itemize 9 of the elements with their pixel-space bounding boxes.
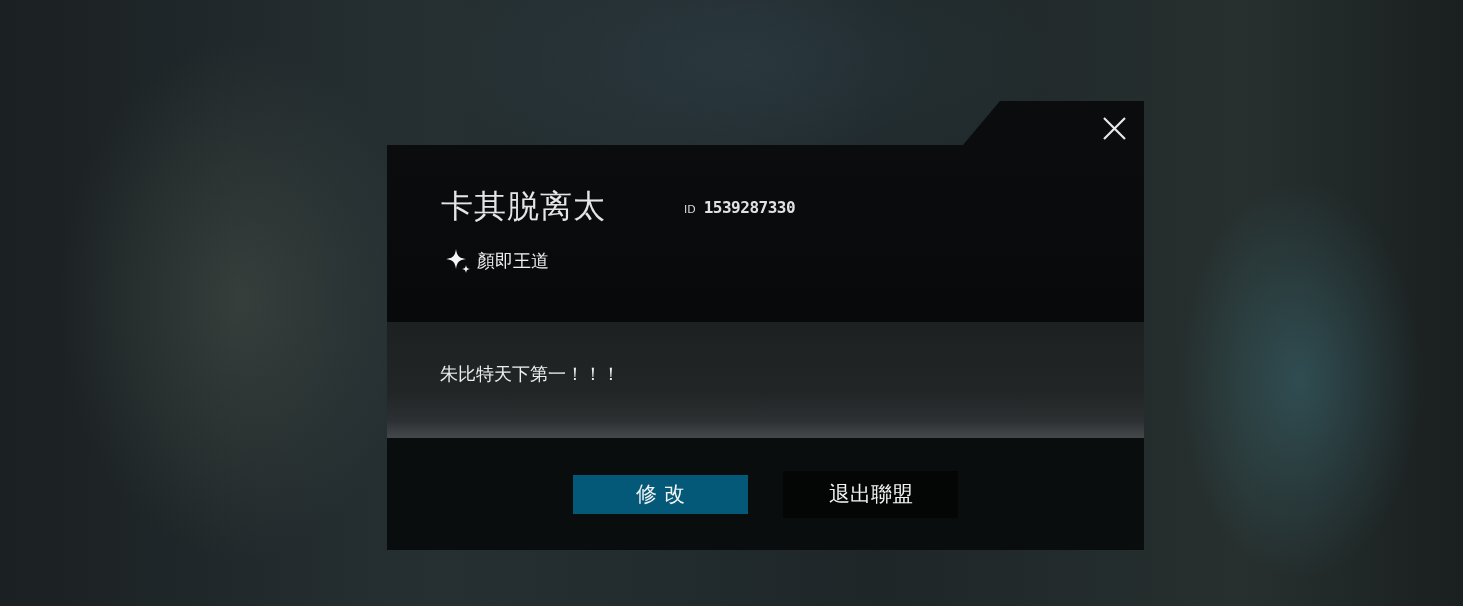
player-name: 卡其脱离太 — [441, 186, 607, 227]
leave-button[interactable]: 退出聯盟 — [783, 470, 958, 518]
id-label: ID — [684, 203, 696, 216]
motto-text: 朱比特天下第一！！！ — [440, 362, 620, 386]
sparkle-icon — [445, 248, 471, 274]
close-icon — [1103, 117, 1126, 140]
player-title: 顏即王道 — [477, 249, 549, 273]
id-value: 1539287330 — [703, 197, 796, 217]
edit-button[interactable]: 修 改 — [573, 474, 748, 514]
